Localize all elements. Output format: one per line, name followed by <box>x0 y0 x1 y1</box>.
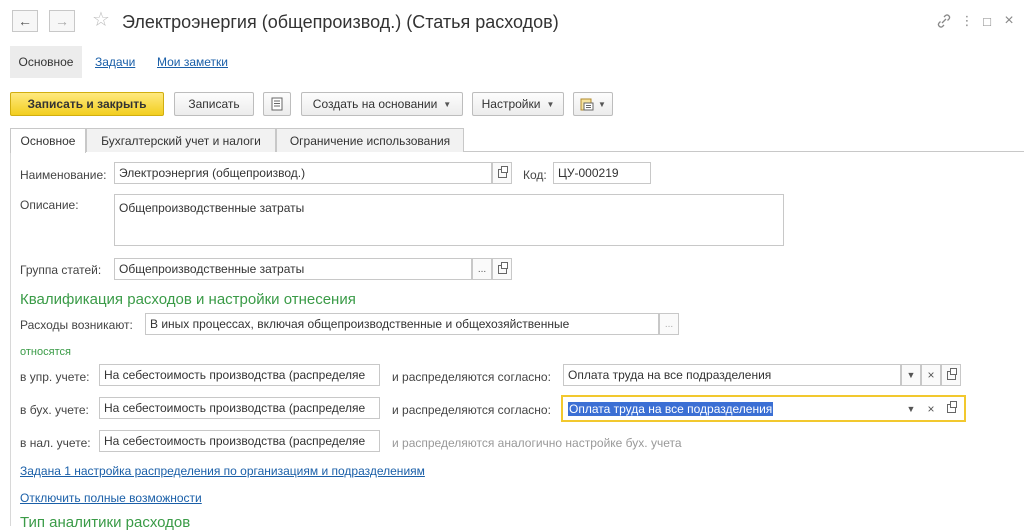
caret-down-icon: ▼ <box>443 99 452 109</box>
more-menu-icon[interactable]: ⋮ <box>960 13 974 28</box>
acc-distr-input[interactable]: Оплата труда на все подразделения <box>564 398 901 419</box>
report-icon <box>580 98 594 111</box>
description-textarea[interactable]: Общепроизводственные затраты <box>114 194 784 246</box>
section-analytics-title: Тип аналитики расходов <box>20 514 191 531</box>
acc-label: в бух. учете: <box>20 403 89 417</box>
open-icon <box>946 367 957 380</box>
distribution-settings-link[interactable]: Задана 1 настройка распределения по орга… <box>20 464 425 478</box>
settings-button[interactable]: Настройки ▼ <box>472 92 564 116</box>
expenses-input[interactable]: В иных процессах, включая общепроизводст… <box>145 313 659 335</box>
open-icon <box>946 401 957 413</box>
code-label: Код: <box>523 168 547 182</box>
group-label: Группа статей: <box>20 263 102 277</box>
acc-distr-clear[interactable]: × <box>921 398 941 419</box>
group-input[interactable]: Общепроизводственные затраты <box>114 258 472 280</box>
mgmt-distr-open[interactable] <box>941 364 961 386</box>
create-based-on-label: Создать на основании <box>312 97 438 111</box>
content-border <box>10 151 11 526</box>
selected-text: Оплата труда на все подразделения <box>568 401 774 416</box>
section-qualification-title: Квалификация расходов и настройки отнесе… <box>20 291 356 308</box>
group-select-button[interactable]: ... <box>472 258 492 280</box>
clear-icon: × <box>927 368 935 382</box>
relate-subtitle: относятся <box>20 346 71 358</box>
expenses-label: Расходы возникают: <box>20 318 133 332</box>
tab-main[interactable]: Основное <box>10 128 86 153</box>
save-and-close-button[interactable]: Записать и закрыть <box>10 92 164 116</box>
acc-distr-open[interactable] <box>941 398 961 419</box>
chevron-down-icon: ▼ <box>906 370 916 380</box>
open-icon <box>497 261 508 274</box>
page-title: Электроэнергия (общепроизвод.) (Статья р… <box>122 12 559 32</box>
ellipsis-icon: ... <box>664 318 674 330</box>
forward-button[interactable]: → <box>49 10 75 32</box>
maximize-icon[interactable]: □ <box>980 14 994 29</box>
acc-distr-dropdown[interactable]: ▼ <box>901 398 921 419</box>
acc-input[interactable]: На себестоимость производства (распредел… <box>99 397 380 419</box>
code-input[interactable]: ЦУ-000219 <box>553 162 651 184</box>
print-reports-button[interactable]: ▼ <box>573 92 613 116</box>
nav-main[interactable]: Основное <box>10 46 82 78</box>
disable-full-features-link[interactable]: Отключить полные возможности <box>20 491 202 505</box>
chevron-down-icon: ▼ <box>906 403 916 414</box>
mgmt-label: в упр. учете: <box>20 370 90 384</box>
name-input[interactable]: Электроэнергия (общепроизвод.) <box>114 162 492 184</box>
link-icon[interactable] <box>937 14 951 28</box>
mgmt-distr-clear[interactable]: × <box>921 364 941 386</box>
open-name-button[interactable] <box>492 162 512 184</box>
mgmt-distr-input[interactable]: Оплата труда на все подразделения <box>563 364 901 386</box>
caret-down-icon: ▼ <box>598 99 606 109</box>
tax-label: в нал. учете: <box>20 436 91 450</box>
open-icon <box>497 165 508 178</box>
arrow-right-icon: → <box>55 13 69 29</box>
name-label: Наименование: <box>20 168 107 182</box>
clear-icon: × <box>927 401 935 416</box>
nav-notes-link[interactable]: Мои заметки <box>157 55 228 69</box>
save-button[interactable]: Записать <box>174 92 254 116</box>
description-label: Описание: <box>20 198 79 212</box>
nav-tasks-link[interactable]: Задачи <box>95 55 135 69</box>
mgmt-distr-dropdown[interactable]: ▼ <box>901 364 921 386</box>
tax-input[interactable]: На себестоимость производства (распредел… <box>99 430 380 452</box>
document-list-icon <box>271 97 283 111</box>
tab-accounting[interactable]: Бухгалтерский учет и налоги <box>86 128 276 152</box>
mgmt-input[interactable]: На себестоимость производства (распредел… <box>99 364 380 386</box>
create-based-on-button[interactable]: Создать на основании ▼ <box>301 92 463 116</box>
tab-restriction[interactable]: Ограничение использования <box>276 128 464 152</box>
close-icon[interactable]: × <box>1002 12 1016 29</box>
expenses-select-button[interactable]: ... <box>659 313 679 335</box>
open-group-button[interactable] <box>492 258 512 280</box>
document-list-button[interactable] <box>263 92 291 116</box>
settings-label: Настройки <box>481 97 541 111</box>
mgmt-distr-label: и распределяются согласно: <box>392 370 551 384</box>
caret-down-icon: ▼ <box>546 99 555 109</box>
acc-distr-label: и распределяются согласно: <box>392 403 551 417</box>
ellipsis-icon: ... <box>477 263 487 275</box>
favorite-star-icon[interactable]: ☆ <box>92 9 110 31</box>
tax-note: и распределяются аналогично настройке бу… <box>392 436 682 450</box>
back-button[interactable]: ← <box>12 10 38 32</box>
arrow-left-icon: ← <box>18 13 32 29</box>
